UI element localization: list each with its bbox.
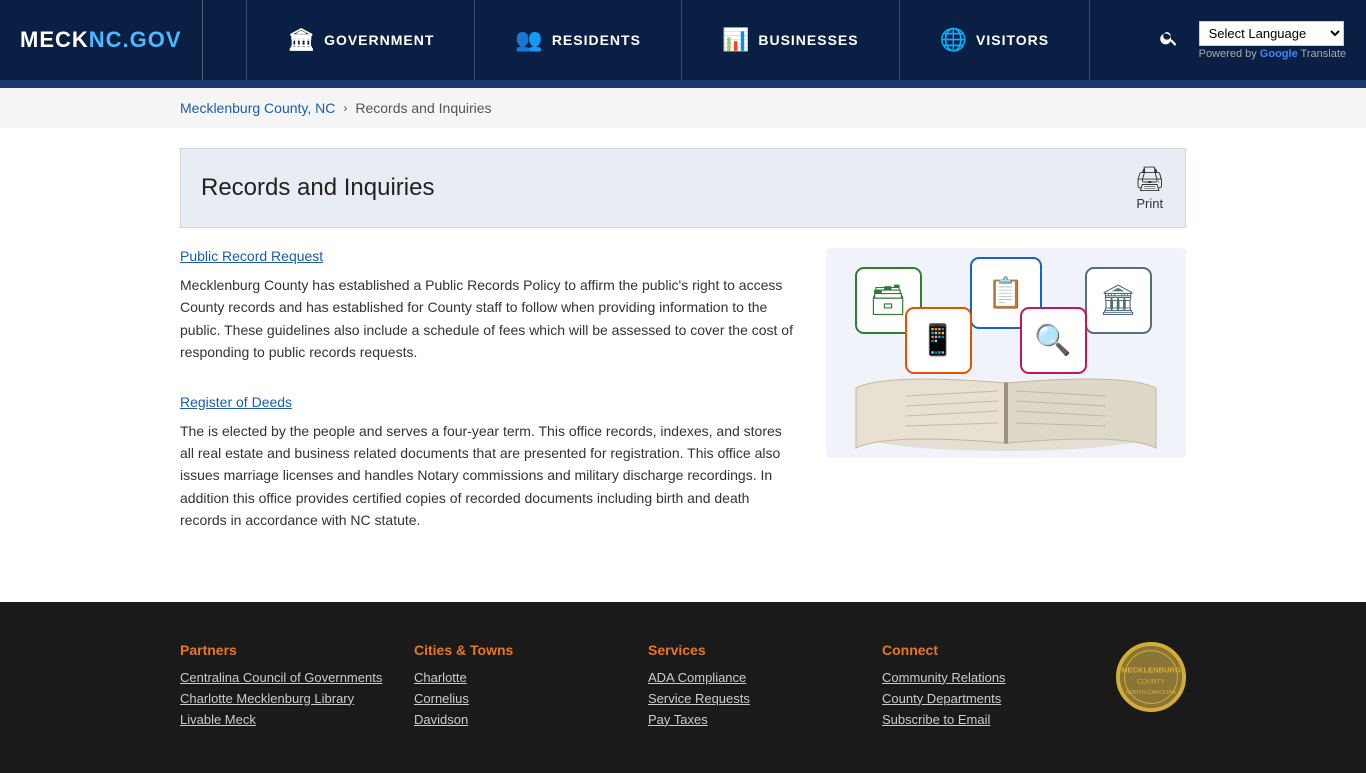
footer-link-davidson[interactable]: Davidson bbox=[414, 712, 618, 727]
content-image: 🗃 📋 🏛 📱 🔍 bbox=[826, 248, 1186, 562]
breadcrumb: Mecklenburg County, NC › Records and Inq… bbox=[0, 88, 1366, 128]
nav-visitors-label: VISITORS bbox=[976, 32, 1049, 48]
google-text: Google bbox=[1260, 48, 1298, 60]
svg-text:MECKLENBURG: MECKLENBURG bbox=[1121, 665, 1181, 674]
footer-partners-heading: Partners bbox=[180, 642, 384, 658]
svg-text:🗃: 🗃 bbox=[869, 284, 907, 317]
main-content: Records and Inquiries 🖨 Print Public Rec… bbox=[0, 128, 1366, 602]
print-icon: 🖨 bbox=[1135, 165, 1165, 194]
print-label: Print bbox=[1136, 196, 1163, 211]
footer-services-heading: Services bbox=[648, 642, 852, 658]
print-button[interactable]: 🖨 Print bbox=[1135, 165, 1165, 211]
svg-text:🔍: 🔍 bbox=[1034, 320, 1071, 357]
page-title: Records and Inquiries bbox=[201, 174, 434, 202]
header-right: Select Language Powered by Google Transl… bbox=[1154, 21, 1346, 60]
footer-cities: Cities & Towns Charlotte Cornelius David… bbox=[414, 642, 618, 733]
nav-residents[interactable]: 👥 RESIDENTS bbox=[475, 0, 682, 80]
nav-government-label: GOVERNMENT bbox=[324, 32, 434, 48]
powered-by-text: Powered by Google Translate bbox=[1199, 48, 1346, 60]
svg-text:🏛: 🏛 bbox=[1099, 284, 1137, 317]
breadcrumb-home[interactable]: Mecklenburg County, NC bbox=[180, 100, 335, 116]
residents-icon: 👥 bbox=[515, 27, 543, 53]
public-record-link[interactable]: Public Record Request bbox=[180, 248, 323, 264]
svg-text:COUNTY: COUNTY bbox=[1137, 678, 1165, 685]
translate-widget: Select Language Powered by Google Transl… bbox=[1199, 21, 1346, 60]
footer-link-community[interactable]: Community Relations bbox=[882, 670, 1086, 685]
footer-partners: Partners Centralina Council of Governmen… bbox=[180, 642, 384, 733]
footer-link-service-requests[interactable]: Service Requests bbox=[648, 691, 852, 706]
footer-link-livable[interactable]: Livable Meck bbox=[180, 712, 384, 727]
register-deeds-link[interactable]: Register of Deeds bbox=[180, 394, 292, 410]
footer-link-subscribe[interactable]: Subscribe to Email bbox=[882, 712, 1086, 727]
county-seal: MECKLENBURG COUNTY NORTH CAROLINA bbox=[1116, 642, 1186, 712]
footer-grid: Partners Centralina Council of Governmen… bbox=[180, 642, 1186, 733]
nav-residents-label: RESIDENTS bbox=[552, 32, 641, 48]
footer-link-ada[interactable]: ADA Compliance bbox=[648, 670, 852, 685]
site-footer: Partners Centralina Council of Governmen… bbox=[0, 602, 1366, 773]
logo-nc: NC.GOV bbox=[89, 27, 182, 53]
footer-link-centralina[interactable]: Centralina Council of Governments bbox=[180, 670, 384, 685]
businesses-icon: 📊 bbox=[722, 27, 750, 53]
site-header: MECKNC.GOV 🏛 GOVERNMENT 👥 RESIDENTS 📊 BU… bbox=[0, 0, 1366, 80]
footer-connect-heading: Connect bbox=[882, 642, 1086, 658]
sub-header-bar bbox=[0, 80, 1366, 88]
footer-link-county-departments[interactable]: County Departments bbox=[882, 691, 1086, 706]
footer-connect: Connect Community Relations County Depar… bbox=[882, 642, 1086, 733]
content-text: Public Record Request Mecklenburg County… bbox=[180, 248, 796, 562]
page-header-box: Records and Inquiries 🖨 Print bbox=[180, 148, 1186, 228]
search-button[interactable] bbox=[1154, 23, 1184, 58]
svg-text:📱: 📱 bbox=[919, 322, 956, 357]
breadcrumb-separator: › bbox=[343, 101, 347, 115]
site-logo[interactable]: MECKNC.GOV bbox=[20, 0, 203, 80]
nav-government[interactable]: 🏛 GOVERNMENT bbox=[246, 0, 475, 80]
svg-text:📋: 📋 bbox=[987, 275, 1024, 310]
footer-link-charlotte[interactable]: Charlotte bbox=[414, 670, 618, 685]
footer-services: Services ADA Compliance Service Requests… bbox=[648, 642, 852, 733]
main-nav: 🏛 GOVERNMENT 👥 RESIDENTS 📊 BUSINESSES 🌐 … bbox=[203, 0, 1134, 80]
records-illustration: 🗃 📋 🏛 📱 🔍 bbox=[826, 248, 1186, 458]
logo-meck: MECK bbox=[20, 27, 89, 53]
nav-businesses-label: BUSINESSES bbox=[758, 32, 858, 48]
visitors-icon: 🌐 bbox=[940, 27, 968, 53]
register-deeds-text: The is elected by the people and serves … bbox=[180, 420, 796, 532]
footer-seal-container: MECKLENBURG COUNTY NORTH CAROLINA bbox=[1116, 642, 1186, 733]
language-select[interactable]: Select Language bbox=[1199, 21, 1344, 46]
footer-link-library[interactable]: Charlotte Mecklenburg Library bbox=[180, 691, 384, 706]
nav-businesses[interactable]: 📊 BUSINESSES bbox=[682, 0, 900, 80]
footer-cities-heading: Cities & Towns bbox=[414, 642, 618, 658]
public-record-text: Mecklenburg County has established a Pub… bbox=[180, 274, 796, 364]
seal-svg: MECKLENBURG COUNTY NORTH CAROLINA bbox=[1118, 642, 1184, 712]
nav-visitors[interactable]: 🌐 VISITORS bbox=[900, 0, 1091, 80]
content-area: Public Record Request Mecklenburg County… bbox=[180, 248, 1186, 562]
footer-link-pay-taxes[interactable]: Pay Taxes bbox=[648, 712, 852, 727]
svg-text:NORTH CAROLINA: NORTH CAROLINA bbox=[1126, 689, 1177, 695]
breadcrumb-current: Records and Inquiries bbox=[355, 100, 491, 116]
government-icon: 🏛 bbox=[287, 27, 316, 53]
footer-link-cornelius[interactable]: Cornelius bbox=[414, 691, 618, 706]
search-icon bbox=[1159, 28, 1179, 48]
